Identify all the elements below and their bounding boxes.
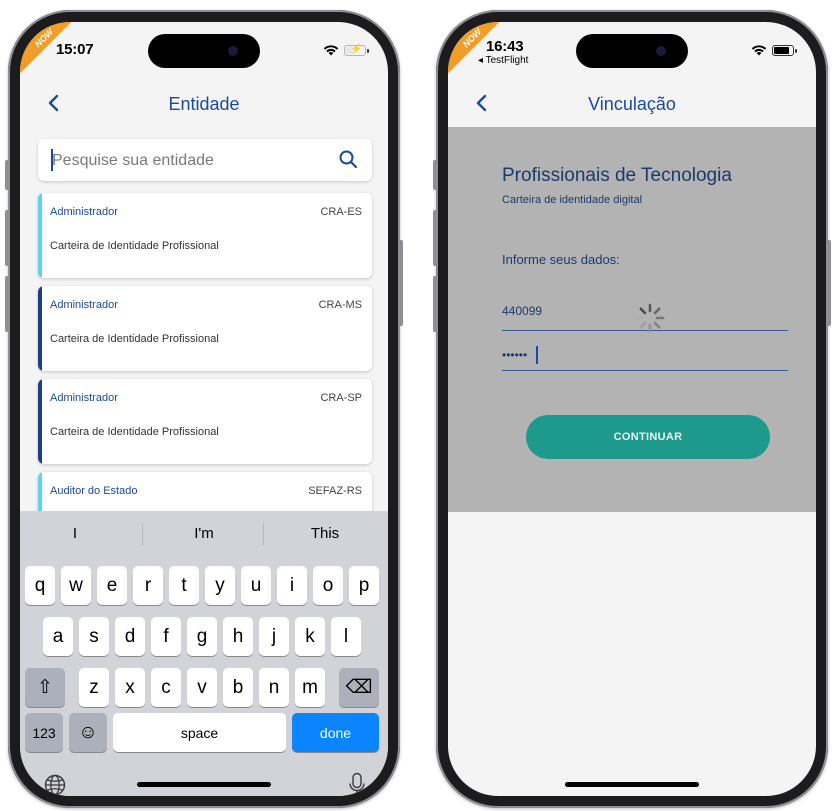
status-time: 16:43 <box>486 38 524 55</box>
phone-frame-right: NOW 16:43 ◂ TestFlight Vinculação Profis… <box>433 10 831 808</box>
key-e[interactable]: e <box>97 566 127 605</box>
card-role: Auditor do Estado <box>50 485 138 497</box>
key-o[interactable]: o <box>313 566 343 605</box>
key-s[interactable]: s <box>79 617 109 656</box>
screen-vinculacao: NOW 16:43 ◂ TestFlight Vinculação Profis… <box>448 22 816 796</box>
dynamic-island <box>148 34 260 68</box>
card-accent <box>38 286 42 371</box>
action-button <box>5 160 9 190</box>
power-button <box>399 240 403 326</box>
form-subheading: Carteira de identidade digital <box>502 194 643 206</box>
key-h[interactable]: h <box>223 617 253 656</box>
dynamic-island <box>576 34 688 68</box>
card-role: Administrador <box>50 392 118 404</box>
space-key[interactable]: space <box>113 713 286 752</box>
key-n[interactable]: n <box>259 668 289 707</box>
key-d[interactable]: d <box>115 617 145 656</box>
phone-frame-left: NOW 15:07 ⚡ Entidade Pesquise sua entida… <box>5 10 403 808</box>
search-placeholder: Pesquise sua entidade <box>52 152 214 169</box>
key-l[interactable]: l <box>331 617 361 656</box>
loading-spinner-icon <box>635 303 665 333</box>
power-button <box>827 240 831 326</box>
status-time: 15:07 <box>56 41 94 58</box>
page-title: Vinculação <box>588 94 676 114</box>
password-field-value: •••••• <box>502 348 528 362</box>
battery-icon <box>772 44 797 56</box>
key-w[interactable]: w <box>61 566 91 605</box>
entity-card[interactable]: Administrador CRA-MS Carteira de Identid… <box>38 286 372 371</box>
back-to-testflight[interactable]: ◂ TestFlight <box>478 55 528 66</box>
key-r[interactable]: r <box>133 566 163 605</box>
key-x[interactable]: x <box>115 668 145 707</box>
key-y[interactable]: y <box>205 566 235 605</box>
form-heading: Profissionais de Tecnologia <box>502 165 732 186</box>
card-description: Carteira de Identidade Profissional <box>50 333 219 345</box>
suggestion-divider <box>142 523 143 545</box>
numbers-key[interactable]: 123 <box>25 713 63 752</box>
card-role: Administrador <box>50 299 118 311</box>
microphone-icon[interactable] <box>348 772 366 796</box>
volume-up-button <box>433 210 437 266</box>
page-title: Entidade <box>168 94 240 114</box>
password-field[interactable]: •••••• <box>502 340 788 371</box>
volume-up-button <box>5 210 9 266</box>
card-code: CRA-MS <box>318 299 362 311</box>
volume-down-button <box>5 276 9 332</box>
suggestion-item[interactable]: I <box>20 511 135 556</box>
id-field-value: 440099 <box>502 304 543 318</box>
key-v[interactable]: v <box>187 668 217 707</box>
card-description: Carteira de Identidade Profissional <box>50 426 219 438</box>
wifi-icon <box>323 45 339 56</box>
card-code: CRA-ES <box>320 206 362 218</box>
suggestion-bar: I I'm This <box>20 511 388 556</box>
entity-card[interactable]: Administrador CRA-ES Carteira de Identid… <box>38 193 372 278</box>
search-input[interactable]: Pesquise sua entidade <box>38 139 372 181</box>
card-role: Administrador <box>50 206 118 218</box>
card-description: Carteira de Identidade Profissional <box>50 240 219 252</box>
globe-icon[interactable] <box>44 774 66 796</box>
key-t[interactable]: t <box>169 566 199 605</box>
key-u[interactable]: u <box>241 566 271 605</box>
key-p[interactable]: p <box>349 566 379 605</box>
search-icon[interactable] <box>338 149 358 169</box>
delete-key[interactable]: ⌫ <box>339 668 379 707</box>
key-j[interactable]: j <box>259 617 289 656</box>
card-code: SEFAZ-RS <box>308 485 362 497</box>
key-g[interactable]: g <box>187 617 217 656</box>
on-screen-keyboard: I I'm This q w e r t y u i o p a s d f g… <box>20 511 388 796</box>
emoji-key[interactable]: ☺ <box>69 713 107 752</box>
home-indicator <box>565 782 699 787</box>
key-m[interactable]: m <box>295 668 325 707</box>
text-caret <box>536 346 538 364</box>
key-c[interactable]: c <box>151 668 181 707</box>
key-q[interactable]: q <box>25 566 55 605</box>
nav-bar: Entidade <box>20 86 388 126</box>
key-k[interactable]: k <box>295 617 325 656</box>
done-key[interactable]: done <box>292 713 379 752</box>
form-label: Informe seus dados: <box>502 252 620 267</box>
continue-button[interactable]: CONTINUAR <box>526 415 770 459</box>
wifi-icon <box>751 45 767 56</box>
suggestion-item[interactable]: This <box>265 511 385 556</box>
action-button <box>433 160 437 190</box>
key-i[interactable]: i <box>277 566 307 605</box>
entity-card[interactable]: Administrador CRA-SP Carteira de Identid… <box>38 379 372 464</box>
shift-key[interactable]: ⇧ <box>25 668 65 707</box>
volume-down-button <box>433 276 437 332</box>
key-b[interactable]: b <box>223 668 253 707</box>
key-z[interactable]: z <box>79 668 109 707</box>
card-accent <box>38 379 42 464</box>
card-code: CRA-SP <box>320 392 362 404</box>
key-a[interactable]: a <box>43 617 73 656</box>
nav-bar: Vinculação <box>448 86 816 126</box>
key-f[interactable]: f <box>151 617 181 656</box>
screen-entidade: NOW 15:07 ⚡ Entidade Pesquise sua entida… <box>20 22 388 796</box>
card-accent <box>38 193 42 278</box>
home-indicator <box>137 782 271 787</box>
camera-icon <box>656 46 666 56</box>
suggestion-item[interactable]: I'm <box>144 511 264 556</box>
battery-charging-icon: ⚡ <box>344 44 369 56</box>
suggestion-divider <box>263 523 264 545</box>
camera-icon <box>228 46 238 56</box>
